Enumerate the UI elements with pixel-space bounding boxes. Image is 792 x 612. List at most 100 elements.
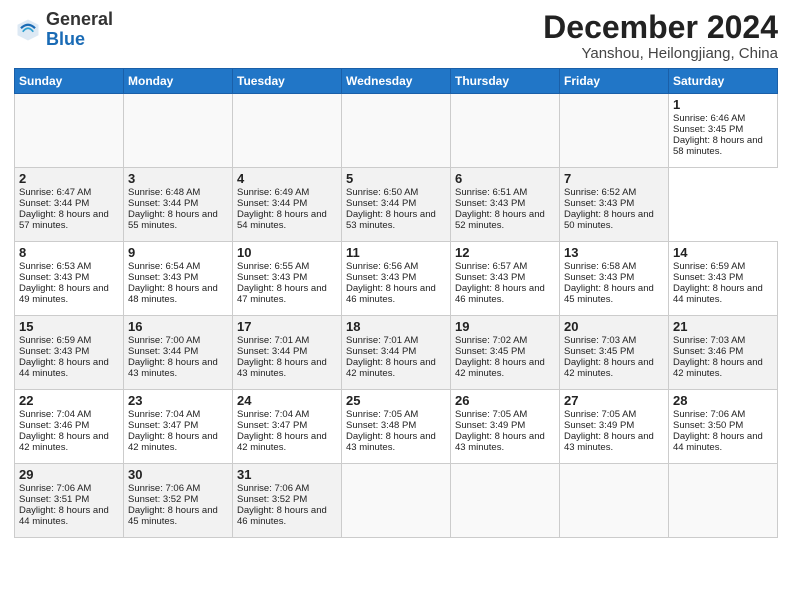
calendar-cell: 23Sunrise: 7:04 AMSunset: 3:47 PMDayligh… <box>124 390 233 464</box>
col-monday: Monday <box>124 69 233 94</box>
calendar-table: Sunday Monday Tuesday Wednesday Thursday… <box>14 68 778 538</box>
sunset-text: Sunset: 3:43 PM <box>673 272 743 283</box>
calendar-cell <box>342 464 451 538</box>
sunrise-text: Sunrise: 7:02 AM <box>455 335 527 346</box>
header: General Blue December 2024 Yanshou, Heil… <box>14 10 778 62</box>
sunset-text: Sunset: 3:44 PM <box>346 198 416 209</box>
daylight-text: Daylight: 8 hours and 42 minutes. <box>128 431 218 453</box>
daylight-text: Daylight: 8 hours and 42 minutes. <box>673 357 763 379</box>
sunrise-text: Sunrise: 7:06 AM <box>19 483 91 494</box>
daylight-text: Daylight: 8 hours and 54 minutes. <box>237 209 327 231</box>
sunset-text: Sunset: 3:46 PM <box>673 346 743 357</box>
sunset-text: Sunset: 3:44 PM <box>128 346 198 357</box>
day-number: 22 <box>19 393 119 408</box>
month-title: December 2024 <box>543 10 778 45</box>
daylight-text: Daylight: 8 hours and 43 minutes. <box>237 357 327 379</box>
daylight-text: Daylight: 8 hours and 57 minutes. <box>19 209 109 231</box>
daylight-text: Daylight: 8 hours and 46 minutes. <box>346 283 436 305</box>
daylight-text: Daylight: 8 hours and 52 minutes. <box>455 209 545 231</box>
day-number: 29 <box>19 467 119 482</box>
calendar-cell: 8Sunrise: 6:53 AMSunset: 3:43 PMDaylight… <box>15 242 124 316</box>
sunrise-text: Sunrise: 7:05 AM <box>455 409 527 420</box>
sunrise-text: Sunrise: 7:01 AM <box>346 335 418 346</box>
day-number: 14 <box>673 245 773 260</box>
day-number: 1 <box>673 97 773 112</box>
day-number: 31 <box>237 467 337 482</box>
day-number: 28 <box>673 393 773 408</box>
day-number: 16 <box>128 319 228 334</box>
sunset-text: Sunset: 3:49 PM <box>564 420 634 431</box>
logo-text: General Blue <box>46 10 113 50</box>
calendar-cell: 31Sunrise: 7:06 AMSunset: 3:52 PMDayligh… <box>233 464 342 538</box>
sunrise-text: Sunrise: 6:46 AM <box>673 113 745 124</box>
sunrise-text: Sunrise: 6:54 AM <box>128 261 200 272</box>
calendar-cell <box>560 464 669 538</box>
day-number: 23 <box>128 393 228 408</box>
calendar-week-1: 1Sunrise: 6:46 AMSunset: 3:45 PMDaylight… <box>15 94 778 168</box>
day-number: 7 <box>564 171 664 186</box>
sunset-text: Sunset: 3:45 PM <box>564 346 634 357</box>
sunset-text: Sunset: 3:43 PM <box>346 272 416 283</box>
day-number: 20 <box>564 319 664 334</box>
calendar-cell <box>560 94 669 168</box>
calendar-cell <box>669 464 778 538</box>
sunset-text: Sunset: 3:51 PM <box>19 494 89 505</box>
day-number: 2 <box>19 171 119 186</box>
sunrise-text: Sunrise: 7:06 AM <box>237 483 309 494</box>
sunrise-text: Sunrise: 6:52 AM <box>564 187 636 198</box>
logo-icon <box>14 16 42 44</box>
calendar-cell: 11Sunrise: 6:56 AMSunset: 3:43 PMDayligh… <box>342 242 451 316</box>
sunrise-text: Sunrise: 6:48 AM <box>128 187 200 198</box>
day-number: 11 <box>346 245 446 260</box>
daylight-text: Daylight: 8 hours and 45 minutes. <box>128 505 218 527</box>
calendar-cell: 4Sunrise: 6:49 AMSunset: 3:44 PMDaylight… <box>233 168 342 242</box>
calendar-cell <box>124 94 233 168</box>
daylight-text: Daylight: 8 hours and 42 minutes. <box>237 431 327 453</box>
col-wednesday: Wednesday <box>342 69 451 94</box>
calendar-cell: 20Sunrise: 7:03 AMSunset: 3:45 PMDayligh… <box>560 316 669 390</box>
daylight-text: Daylight: 8 hours and 42 minutes. <box>346 357 436 379</box>
daylight-text: Daylight: 8 hours and 50 minutes. <box>564 209 654 231</box>
sunset-text: Sunset: 3:48 PM <box>346 420 416 431</box>
sunset-text: Sunset: 3:43 PM <box>237 272 307 283</box>
daylight-text: Daylight: 8 hours and 53 minutes. <box>346 209 436 231</box>
sunset-text: Sunset: 3:43 PM <box>128 272 198 283</box>
daylight-text: Daylight: 8 hours and 47 minutes. <box>237 283 327 305</box>
calendar-cell: 2Sunrise: 6:47 AMSunset: 3:44 PMDaylight… <box>15 168 124 242</box>
sunrise-text: Sunrise: 6:59 AM <box>673 261 745 272</box>
calendar-cell <box>342 94 451 168</box>
day-number: 9 <box>128 245 228 260</box>
col-saturday: Saturday <box>669 69 778 94</box>
day-number: 10 <box>237 245 337 260</box>
calendar-cell: 14Sunrise: 6:59 AMSunset: 3:43 PMDayligh… <box>669 242 778 316</box>
day-number: 27 <box>564 393 664 408</box>
sunset-text: Sunset: 3:52 PM <box>128 494 198 505</box>
daylight-text: Daylight: 8 hours and 44 minutes. <box>19 357 109 379</box>
daylight-text: Daylight: 8 hours and 43 minutes. <box>564 431 654 453</box>
calendar-cell: 6Sunrise: 6:51 AMSunset: 3:43 PMDaylight… <box>451 168 560 242</box>
calendar-cell: 1Sunrise: 6:46 AMSunset: 3:45 PMDaylight… <box>669 94 778 168</box>
calendar-cell: 10Sunrise: 6:55 AMSunset: 3:43 PMDayligh… <box>233 242 342 316</box>
calendar-cell: 29Sunrise: 7:06 AMSunset: 3:51 PMDayligh… <box>15 464 124 538</box>
sunset-text: Sunset: 3:44 PM <box>128 198 198 209</box>
day-number: 17 <box>237 319 337 334</box>
calendar-cell <box>451 464 560 538</box>
daylight-text: Daylight: 8 hours and 44 minutes. <box>19 505 109 527</box>
calendar-cell: 22Sunrise: 7:04 AMSunset: 3:46 PMDayligh… <box>15 390 124 464</box>
daylight-text: Daylight: 8 hours and 45 minutes. <box>564 283 654 305</box>
daylight-text: Daylight: 8 hours and 55 minutes. <box>128 209 218 231</box>
day-number: 8 <box>19 245 119 260</box>
title-block: December 2024 Yanshou, Heilongjiang, Chi… <box>543 10 778 62</box>
sunset-text: Sunset: 3:44 PM <box>237 346 307 357</box>
sunrise-text: Sunrise: 6:58 AM <box>564 261 636 272</box>
calendar-week-2: 2Sunrise: 6:47 AMSunset: 3:44 PMDaylight… <box>15 168 778 242</box>
calendar-week-3: 8Sunrise: 6:53 AMSunset: 3:43 PMDaylight… <box>15 242 778 316</box>
logo-general: General <box>46 9 113 29</box>
calendar-cell: 25Sunrise: 7:05 AMSunset: 3:48 PMDayligh… <box>342 390 451 464</box>
page-container: General Blue December 2024 Yanshou, Heil… <box>0 0 792 546</box>
calendar-cell: 28Sunrise: 7:06 AMSunset: 3:50 PMDayligh… <box>669 390 778 464</box>
day-number: 15 <box>19 319 119 334</box>
daylight-text: Daylight: 8 hours and 42 minutes. <box>455 357 545 379</box>
calendar-cell: 16Sunrise: 7:00 AMSunset: 3:44 PMDayligh… <box>124 316 233 390</box>
day-number: 3 <box>128 171 228 186</box>
